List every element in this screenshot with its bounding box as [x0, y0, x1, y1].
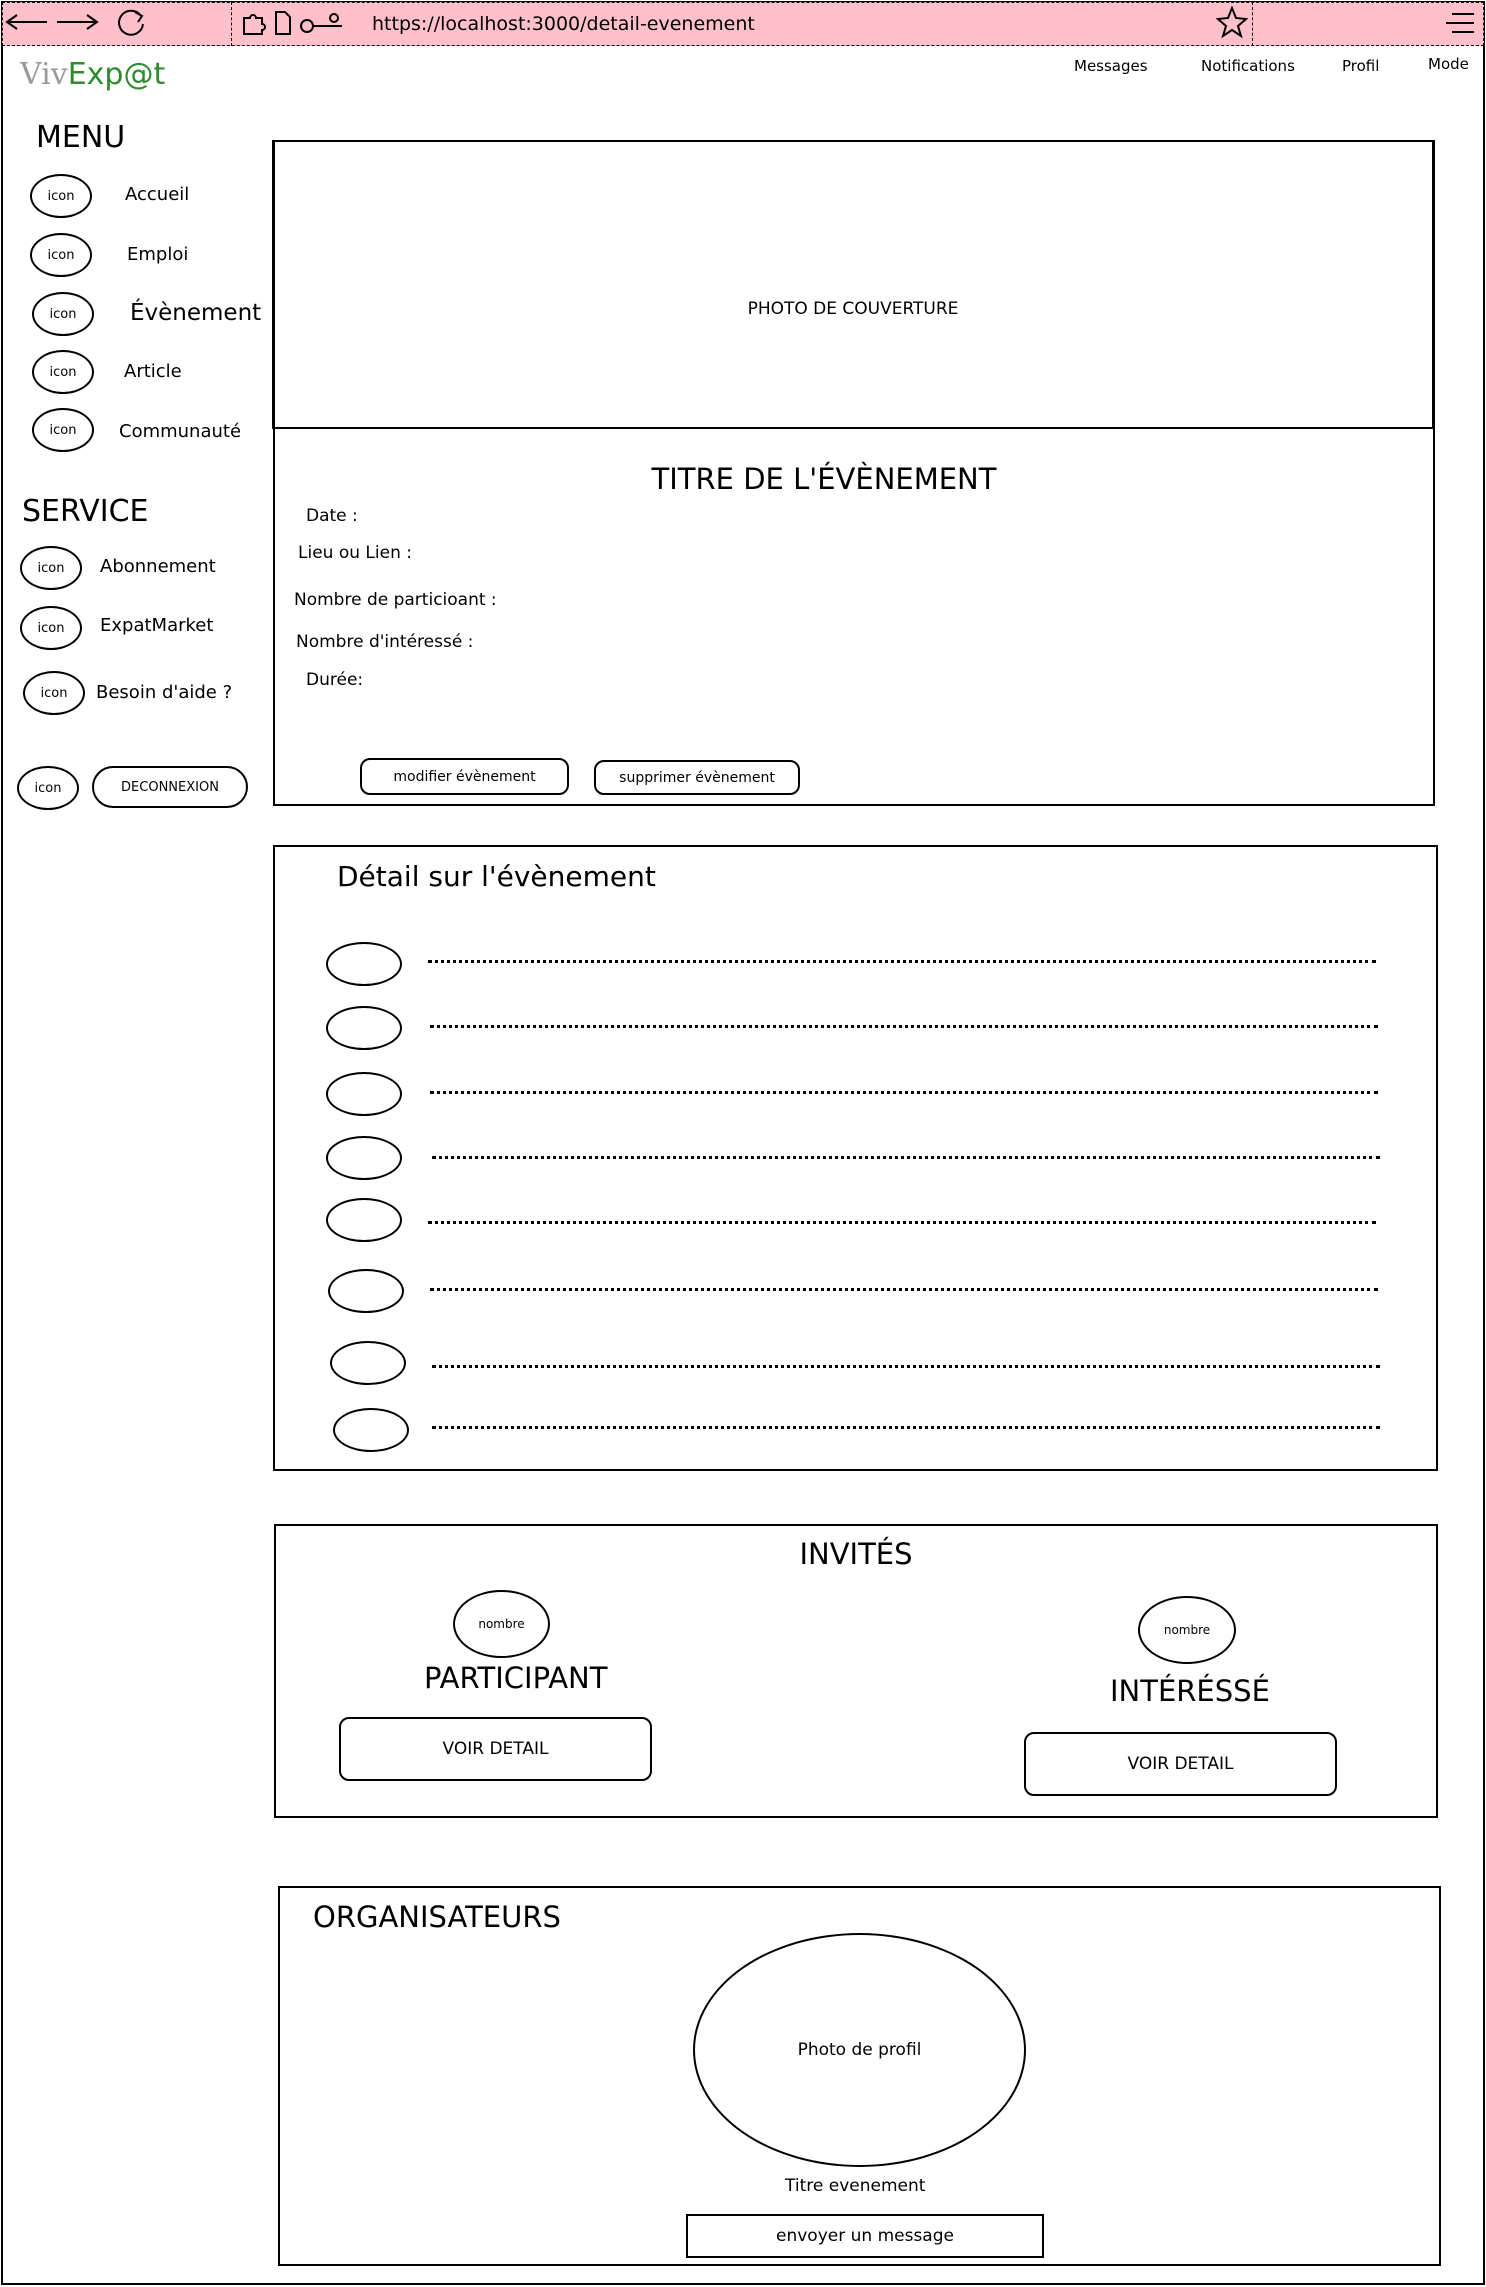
nav-profil[interactable]: Profil	[1342, 57, 1379, 75]
details-title: Détail sur l'évènement	[337, 860, 656, 893]
menu-icon-emploi: icon	[30, 233, 92, 277]
menu-icon-evenement: icon	[32, 292, 94, 336]
sidebar-item-abonnement[interactable]: Abonnement	[100, 556, 216, 577]
menu-icon-accueil: icon	[30, 174, 92, 218]
detail-bullet	[333, 1408, 409, 1452]
logo-part-2: Exp@t	[67, 57, 166, 92]
participant-count: nombre	[453, 1590, 550, 1658]
service-icon-aide: icon	[23, 671, 85, 715]
menu-icon-communaute: icon	[32, 408, 94, 452]
menu-title: MENU	[36, 120, 126, 155]
detail-line	[432, 1426, 1380, 1429]
sidebar-item-article[interactable]: Article	[124, 361, 182, 382]
service-title: SERVICE	[22, 494, 149, 529]
organizer-event-title: Titre evenement	[785, 2176, 926, 2196]
field-interesses: Nombre d'intéressé :	[296, 632, 474, 652]
sidebar-item-expatmarket[interactable]: ExpatMarket	[100, 615, 213, 636]
field-date: Date :	[306, 506, 358, 526]
logout-icon: icon	[17, 766, 79, 810]
detail-line	[428, 1221, 1376, 1224]
detail-line	[428, 960, 1376, 963]
interested-count: nombre	[1138, 1596, 1236, 1664]
detail-bullet	[326, 1198, 402, 1242]
detail-bullet	[326, 1072, 402, 1116]
forward-arrow-icon[interactable]	[54, 8, 100, 36]
detail-line	[430, 1091, 1378, 1094]
event-title: TITRE DE L'ÉVÈNEMENT	[651, 462, 997, 496]
organizers-title: ORGANISATEURS	[313, 1900, 561, 1934]
profile-photo[interactable]: Photo de profil	[693, 1933, 1026, 2167]
service-icon-expatmarket: icon	[20, 606, 82, 650]
page-icon	[274, 10, 292, 40]
sidebar-item-aide[interactable]: Besoin d'aide ?	[96, 682, 232, 703]
nav-mode[interactable]: Mode	[1428, 55, 1469, 73]
detail-line	[430, 1288, 1378, 1291]
logo-part-1: Viv	[20, 57, 68, 92]
edit-event-button[interactable]: modifier évènement	[360, 758, 569, 795]
detail-bullet	[326, 1006, 402, 1050]
menu-icon-article: icon	[32, 350, 94, 394]
service-icon-abonnement: icon	[20, 546, 82, 590]
detail-bullet	[330, 1341, 406, 1385]
participant-detail-button[interactable]: VOIR DETAIL	[339, 1717, 652, 1781]
reload-icon[interactable]	[108, 8, 154, 36]
detail-line	[432, 1365, 1380, 1368]
send-message-button[interactable]: envoyer un message	[686, 2214, 1044, 2258]
detail-bullet	[326, 1136, 402, 1180]
url-text[interactable]: https://localhost:3000/detail-evenement	[372, 13, 755, 35]
sidebar-item-emploi[interactable]: Emploi	[127, 244, 188, 265]
detail-line	[432, 1156, 1380, 1159]
sidebar-item-accueil[interactable]: Accueil	[125, 184, 189, 205]
field-duree: Durée:	[306, 670, 364, 690]
cover-photo[interactable]: PHOTO DE COUVERTURE	[272, 140, 1434, 429]
sidebar-item-evenement[interactable]: Évènement	[130, 300, 261, 326]
nav-messages[interactable]: Messages	[1074, 57, 1148, 75]
delete-event-button[interactable]: supprimer évènement	[594, 760, 800, 795]
logo[interactable]: VivExp@t	[20, 57, 165, 92]
key-icon	[298, 12, 344, 38]
detail-bullet	[328, 1269, 404, 1313]
interested-label: INTÉRÉSSÉ	[1110, 1674, 1270, 1708]
guests-title: INVITÉS	[799, 1537, 913, 1571]
back-arrow-icon[interactable]	[4, 8, 50, 36]
detail-bullet	[326, 942, 402, 986]
hamburger-menu-icon[interactable]	[1444, 10, 1476, 40]
field-lieu: Lieu ou Lien :	[298, 543, 412, 563]
star-icon[interactable]	[1215, 5, 1249, 42]
nav-notifications[interactable]: Notifications	[1201, 57, 1295, 75]
detail-line	[430, 1025, 1378, 1028]
field-participants: Nombre de particioant :	[294, 590, 497, 610]
participant-label: PARTICIPANT	[424, 1661, 608, 1695]
extension-icon[interactable]	[240, 10, 268, 40]
interested-detail-button[interactable]: VOIR DETAIL	[1024, 1732, 1337, 1796]
sidebar-item-communaute[interactable]: Communauté	[119, 421, 241, 442]
logout-button[interactable]: DECONNEXION	[92, 766, 248, 808]
